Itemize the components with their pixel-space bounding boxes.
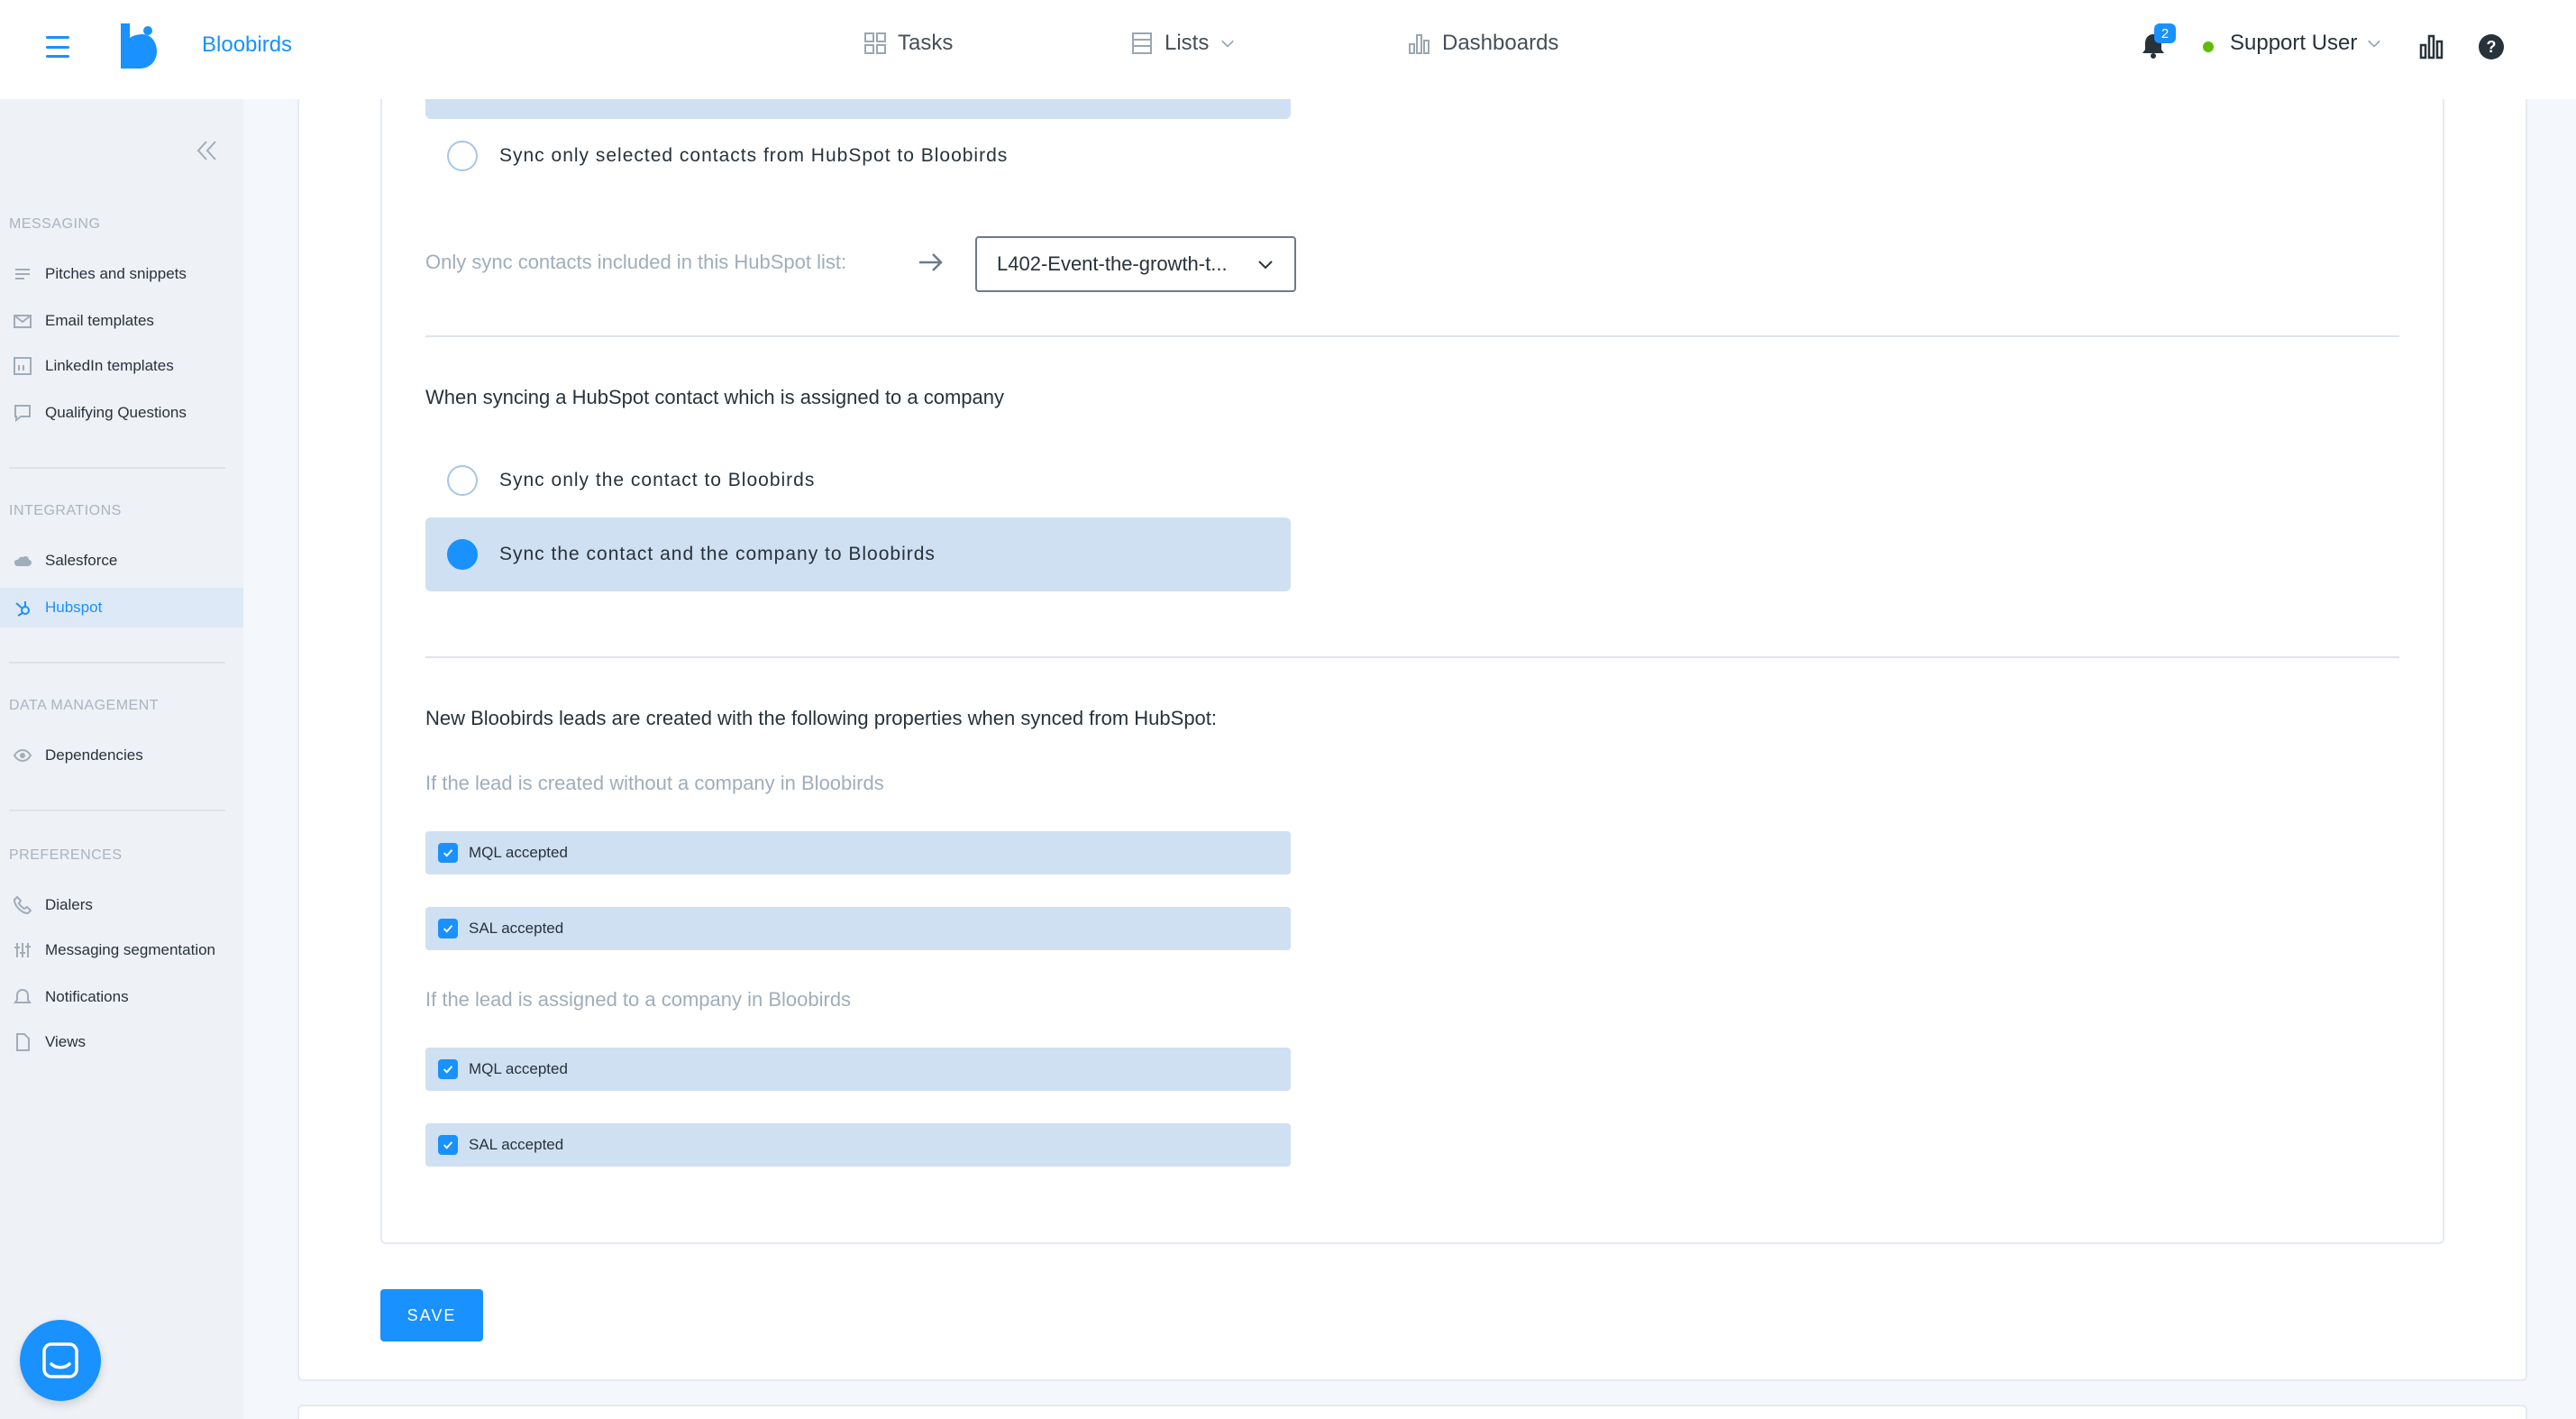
notification-count-badge: 2 — [2154, 23, 2176, 43]
top-bar: Bloobirds Tasks Lists Dashboards 2 Suppo… — [0, 0, 2576, 99]
radio-button-selected[interactable] — [447, 539, 478, 570]
section-title-preferences: PREFERENCES — [9, 847, 123, 863]
nav-dashboards-label: Dashboards — [1442, 31, 1559, 55]
sidebar-item-hubspot[interactable]: Hubspot — [0, 588, 243, 627]
sidebar-item-label: Pitches and snippets — [45, 265, 187, 282]
checkbox-label: SAL accepted — [469, 920, 564, 937]
chat-icon — [14, 405, 31, 423]
sidebar-divider — [9, 467, 225, 469]
grid-icon — [864, 32, 886, 54]
section-title-data-management: DATA MANAGEMENT — [9, 698, 160, 713]
checkbox-sal-accepted-without-company[interactable]: SAL accepted — [425, 907, 1291, 950]
sidebar: MESSAGING Pitches and snippets Email tem… — [0, 99, 243, 1419]
stats-bar-chart-icon[interactable] — [2417, 32, 2446, 61]
section-divider — [425, 656, 2399, 658]
hubspot-list-filter-label: Only sync contacts included in this HubS… — [425, 251, 847, 273]
sidebar-item-label: Views — [45, 1033, 87, 1050]
checkbox-checked-icon[interactable] — [438, 1135, 458, 1155]
sidebar-item-qualifying-questions[interactable]: Qualifying Questions — [0, 393, 243, 433]
mail-icon — [14, 315, 32, 328]
radio-sync-contact-and-company[interactable]: Sync the contact and the company to Bloo… — [425, 517, 1291, 591]
with-company-subtitle: If the lead is assigned to a company in … — [425, 988, 852, 1011]
company-sync-title: When syncing a HubSpot contact which is … — [425, 386, 1005, 408]
sidebar-item-label: LinkedIn templates — [45, 357, 174, 374]
sidebar-item-label: Notifications — [45, 988, 129, 1005]
nav-dashboards[interactable]: Dashboards — [1408, 31, 1558, 56]
checkbox-checked-icon[interactable] — [438, 919, 458, 938]
support-chat-icon[interactable] — [20, 1320, 101, 1401]
sidebar-divider — [9, 662, 225, 664]
radio-button[interactable] — [447, 465, 478, 496]
file-icon — [16, 1033, 30, 1051]
sidebar-item-label: Salesforce — [45, 552, 118, 569]
bloobirds-logo-icon[interactable] — [117, 23, 157, 69]
linkedin-icon — [14, 357, 32, 375]
lead-properties-title: New Bloobirds leads are created with the… — [425, 707, 1218, 729]
sidebar-item-salesforce[interactable]: Salesforce — [0, 541, 243, 581]
sidebar-item-label: Hubspot — [45, 599, 103, 616]
radio-label: Sync the contact and the company to Bloo… — [499, 544, 936, 564]
sidebar-divider — [9, 810, 225, 811]
sidebar-item-label: Dependencies — [45, 746, 143, 764]
radio-button[interactable] — [447, 141, 478, 171]
user-menu[interactable]: Support User — [2230, 31, 2382, 56]
checkbox-label: MQL accepted — [469, 844, 568, 861]
radio-sync-contact-only[interactable]: Sync only the contact to Bloobirds — [425, 444, 1291, 517]
arrow-right-icon — [916, 249, 946, 276]
chevron-down-icon — [1258, 261, 1273, 270]
sidebar-item-views[interactable]: Views — [0, 1022, 243, 1062]
hubspot-list-selected-value: L402-Event-the-growth-t... — [997, 252, 1228, 275]
collapse-sidebar-icon[interactable] — [193, 137, 220, 164]
without-company-subtitle: If the lead is created without a company… — [425, 772, 884, 794]
sidebar-item-messaging-segmentation[interactable]: Messaging segmentation — [0, 930, 243, 970]
section-title-integrations: INTEGRATIONS — [9, 503, 122, 518]
sidebar-item-email-templates[interactable]: Email templates — [0, 301, 243, 341]
radio-label: Sync only selected contacts from HubSpot… — [499, 145, 1009, 166]
nav-tasks[interactable]: Tasks — [863, 31, 953, 56]
checkbox-checked-icon[interactable] — [438, 1059, 458, 1079]
checkbox-sal-accepted-with-company[interactable]: SAL accepted — [425, 1123, 1291, 1167]
sidebar-item-pitches-and-snippets[interactable]: Pitches and snippets — [0, 254, 243, 294]
sidebar-item-label: Dialers — [45, 896, 93, 913]
sliders-icon — [14, 943, 31, 957]
sidebar-item-linkedin-templates[interactable]: LinkedIn templates — [0, 346, 243, 386]
cloud-icon — [14, 556, 32, 566]
list-icon — [15, 269, 30, 279]
sidebar-item-label: Qualifying Questions — [45, 404, 187, 421]
checkbox-mql-accepted-with-company[interactable]: MQL accepted — [425, 1048, 1291, 1091]
hubspot-list-select[interactable]: L402-Event-the-growth-t... — [975, 236, 1296, 292]
nav-lists-label: Lists — [1165, 31, 1210, 55]
chevron-down-icon — [1221, 40, 1235, 48]
bar-chart-icon — [1409, 34, 1430, 54]
help-icon[interactable]: ? — [2479, 34, 2504, 60]
user-name: Support User — [2230, 31, 2358, 55]
checkbox-checked-icon[interactable] — [438, 843, 458, 863]
nav-tasks-label: Tasks — [898, 31, 954, 55]
bell-icon — [14, 988, 32, 1003]
radio-sync-selected-contacts[interactable]: Sync only selected contacts from HubSpot… — [425, 119, 1291, 193]
checkbox-mql-accepted-without-company[interactable]: MQL accepted — [425, 831, 1291, 874]
checkbox-label: SAL accepted — [469, 1136, 564, 1153]
section-divider — [425, 335, 2399, 337]
eye-icon — [13, 748, 32, 763]
sidebar-item-dependencies[interactable]: Dependencies — [0, 736, 243, 775]
chevron-down-icon — [2368, 40, 2381, 48]
nav-lists[interactable]: Lists — [1130, 31, 1236, 56]
sidebar-item-label: Messaging segmentation — [45, 941, 216, 958]
phone-icon — [13, 895, 32, 915]
brand-name[interactable]: Bloobirds — [202, 32, 292, 58]
sidebar-item-notifications[interactable]: Notifications — [0, 977, 243, 1017]
save-button[interactable]: SAVE — [380, 1289, 483, 1341]
radio-label: Sync only the contact to Bloobirds — [499, 470, 816, 490]
online-status-indicator — [2203, 41, 2214, 52]
section-title-messaging: MESSAGING — [9, 216, 101, 232]
selected-option-strip — [425, 97, 1291, 119]
sidebar-item-label: Email templates — [45, 312, 154, 329]
sidebar-item-dialers[interactable]: Dialers — [0, 885, 243, 925]
menu-icon[interactable] — [45, 32, 70, 61]
hubspot-icon — [15, 601, 30, 617]
list-icon — [1132, 32, 1152, 54]
next-settings-card — [297, 1405, 2527, 1419]
checkbox-label: MQL accepted — [469, 1060, 568, 1077]
